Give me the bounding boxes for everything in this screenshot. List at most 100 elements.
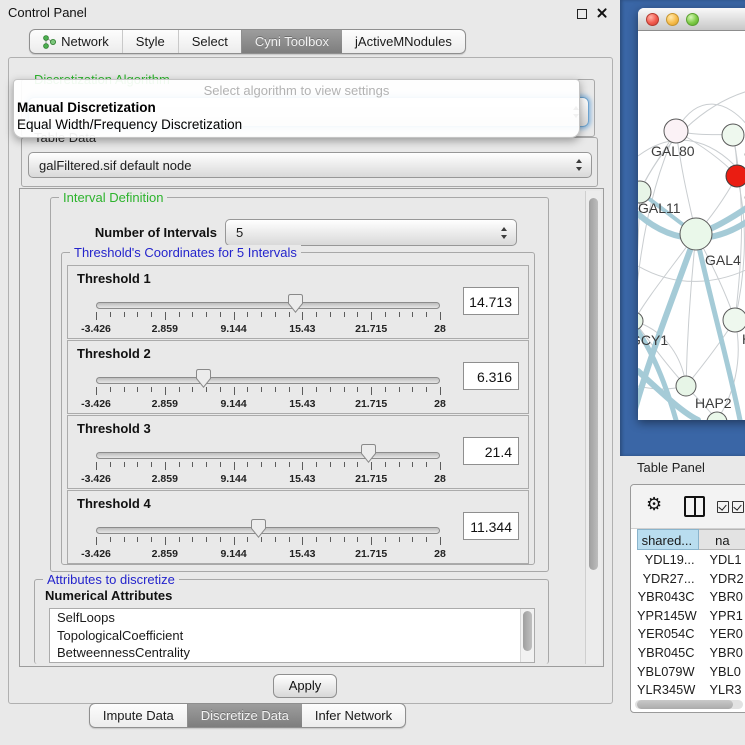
slider-track[interactable]	[96, 377, 440, 384]
tick-mark	[275, 312, 276, 317]
node-red-selected[interactable]	[726, 165, 745, 187]
table-cell: YPR1	[700, 607, 745, 626]
tab-cyni-toolbox[interactable]: Cyni Toolbox	[241, 30, 342, 53]
column-header-name[interactable]: na	[699, 529, 745, 550]
table-hscrollbar[interactable]	[635, 700, 743, 709]
tick-mark	[385, 537, 386, 542]
tick-mark	[124, 387, 125, 392]
tick-mark	[192, 462, 193, 467]
scrollbar-thumb[interactable]	[523, 611, 532, 651]
node-gal4[interactable]	[680, 218, 712, 250]
threshold-slider[interactable]: -3.4262.8599.14415.4321.71528	[96, 294, 440, 336]
node-gal80[interactable]	[664, 119, 688, 143]
slider-thumb-icon[interactable]	[361, 444, 376, 463]
tick-mark	[412, 462, 413, 467]
threshold-slider[interactable]: -3.4262.8599.14415.4321.71528	[96, 444, 440, 486]
table-row[interactable]: YBR043CYBR0	[637, 588, 745, 607]
attribute-list-item[interactable]: TopologicalCoefficient	[50, 627, 534, 645]
tick-mark	[192, 537, 193, 542]
tab-select[interactable]: Select	[178, 30, 241, 53]
column-header-shared[interactable]: shared...	[637, 529, 699, 550]
table-row[interactable]: YDR27...YDR2	[637, 570, 745, 589]
minimize-traffic-light-icon[interactable]	[666, 13, 679, 26]
threshold-value-field[interactable]: 14.713	[463, 287, 519, 315]
tick-mark	[206, 462, 207, 467]
slider-track[interactable]	[96, 452, 440, 459]
panel-scrollbar[interactable]	[585, 191, 601, 664]
node-label: GAL80	[651, 143, 695, 159]
tab-infer-network[interactable]: Infer Network	[302, 704, 405, 727]
tick-mark	[275, 537, 276, 542]
float-window-icon[interactable]	[577, 9, 587, 19]
threshold-row: Threshold 2 -3.4262.8599.14415.4321.7152…	[67, 340, 529, 414]
table-row[interactable]: YDL19...YDL1	[637, 551, 745, 570]
stepper-icon	[500, 227, 509, 239]
node-bottom[interactable]	[707, 412, 727, 420]
number-of-intervals-combo[interactable]: 5	[225, 219, 517, 246]
scrollbar-thumb[interactable]	[637, 700, 733, 709]
node-hap2[interactable]	[676, 376, 696, 396]
attr-list-scrollbar[interactable]	[520, 609, 534, 662]
threshold-value-field[interactable]: 21.4	[463, 437, 519, 465]
apply-button[interactable]: Apply	[273, 674, 337, 698]
checkbox-icon[interactable]	[717, 501, 729, 513]
attribute-list-item[interactable]: BetweennessCentrality	[50, 644, 534, 662]
tick-mark	[316, 537, 317, 542]
threshold-slider[interactable]: -3.4262.8599.14415.4321.71528	[96, 369, 440, 411]
threshold-value-field[interactable]: 6.316	[463, 362, 519, 390]
tick-mark	[234, 537, 235, 545]
tab-jactivemnodules[interactable]: jActiveMNodules	[342, 30, 465, 53]
tab-discretize-data[interactable]: Discretize Data	[187, 704, 302, 727]
zoom-traffic-light-icon[interactable]	[686, 13, 699, 26]
dropdown-item-manual-discretization[interactable]: Manual Discretization	[17, 100, 576, 116]
tick-mark	[179, 312, 180, 317]
columns-icon[interactable]	[684, 496, 705, 517]
tick-label: 21.715	[355, 398, 387, 410]
top-tabstrip: Network Style Select Cyni Toolbox jActiv…	[0, 29, 495, 54]
table-body: YDL19...YDL1YDR27...YDR2YBR043CYBR0YPR14…	[637, 551, 745, 697]
node-h[interactable]	[723, 308, 745, 332]
gear-icon[interactable]: ⚙	[646, 494, 662, 514]
tick-mark	[330, 537, 331, 542]
table-row[interactable]: YER054CYER0	[637, 625, 745, 644]
table-row[interactable]: YPR145WYPR1	[637, 607, 745, 626]
tab-impute-data[interactable]: Impute Data	[90, 704, 187, 727]
table-row[interactable]: YBR045CYBR0	[637, 644, 745, 663]
slider-thumb-icon[interactable]	[288, 294, 303, 313]
network-canvas[interactable]: GAL80 G C GAL11 GAL4 GCY1 H HAP2	[638, 31, 745, 420]
tab-style[interactable]: Style	[122, 30, 178, 53]
network-graph: GAL80 G C GAL11 GAL4 GCY1 H HAP2	[638, 31, 745, 420]
tab-label: Network	[61, 30, 109, 53]
table-row[interactable]: YLR345WYLR3	[637, 681, 745, 697]
tick-mark	[261, 462, 262, 467]
slider-track[interactable]	[96, 527, 440, 534]
threshold-value-field[interactable]: 11.344	[463, 512, 519, 540]
algorithm-dropdown-popup: Select algorithm to view settings Manual…	[13, 79, 580, 138]
table-cell: YBR043C	[637, 588, 700, 607]
panel-title: Control Panel	[8, 5, 87, 20]
threshold-slider[interactable]: -3.4262.8599.14415.4321.71528	[96, 519, 440, 561]
numerical-attributes-list[interactable]: SelfLoopsTopologicalCoefficientBetweenne…	[49, 608, 535, 663]
dropdown-item-equal-width-frequency[interactable]: Equal Width/Frequency Discretization	[17, 117, 576, 133]
close-traffic-light-icon[interactable]	[646, 13, 659, 26]
attribute-list-item[interactable]: SelfLoops	[50, 609, 534, 627]
slider-thumb-icon[interactable]	[196, 369, 211, 388]
tick-mark	[96, 387, 97, 395]
slider-thumb-icon[interactable]	[251, 519, 266, 538]
tab-network[interactable]: Network	[30, 30, 122, 53]
table-data-combo[interactable]: galFiltered.sif default node	[28, 152, 592, 178]
slider-track[interactable]	[96, 302, 440, 309]
tick-mark	[192, 387, 193, 392]
close-icon[interactable]	[596, 7, 608, 19]
table-row[interactable]: YBL079WYBL0	[637, 663, 745, 682]
control-panel-header: Control Panel	[0, 0, 620, 26]
network-window-titlebar[interactable]	[638, 8, 745, 31]
tick-mark	[385, 312, 386, 317]
control-panel: Control Panel Network Style Sele	[0, 0, 621, 745]
scrollbar-thumb[interactable]	[589, 198, 598, 570]
tick-label: 2.859	[152, 548, 178, 560]
node-g[interactable]	[722, 124, 744, 146]
node-gcy1[interactable]	[638, 312, 643, 330]
tick-mark	[440, 387, 441, 395]
checkbox-icon[interactable]	[732, 501, 744, 513]
